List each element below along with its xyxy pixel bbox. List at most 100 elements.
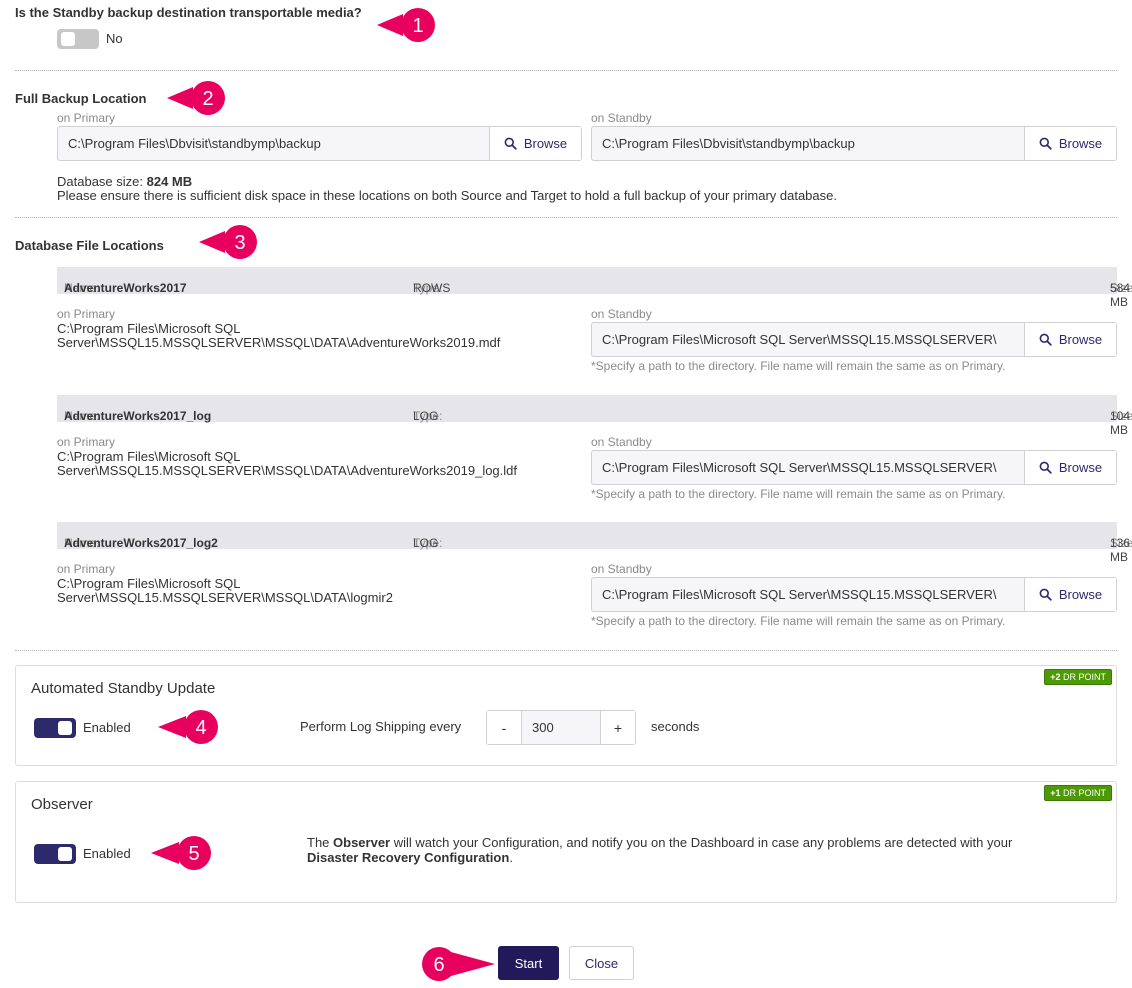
callout-6-icon: 6 bbox=[422, 947, 495, 981]
file-standby-group: Browse bbox=[591, 322, 1117, 357]
divider bbox=[15, 217, 1117, 218]
file-standby-browse-button[interactable]: Browse bbox=[1024, 323, 1116, 356]
file-standby-hint: *Specify a path to the directory. File n… bbox=[591, 614, 1006, 628]
decrement-button[interactable]: - bbox=[487, 711, 521, 744]
svg-text:1: 1 bbox=[412, 15, 423, 37]
db-files-title: Database File Locations bbox=[15, 238, 164, 253]
db-size-line: Database size: 824 MB bbox=[57, 174, 192, 189]
file-standby-browse-button[interactable]: Browse bbox=[1024, 578, 1116, 611]
observer-description: The Observer will watch your Configurati… bbox=[307, 835, 1013, 865]
browse-label: Browse bbox=[1058, 136, 1103, 151]
full-backup-primary-browse-button[interactable]: Browse bbox=[489, 127, 581, 160]
dr-point-badge: +1 DR POINT bbox=[1044, 785, 1112, 801]
file-primary-path-line1: C:\Program Files\Microsoft SQL bbox=[57, 449, 241, 464]
browse-label: Browse bbox=[1058, 332, 1103, 347]
svg-text:2: 2 bbox=[202, 88, 213, 110]
observer-title: Observer bbox=[31, 796, 93, 813]
file-standby-input[interactable] bbox=[592, 451, 1024, 484]
callout-3-icon: 3 bbox=[199, 225, 257, 259]
file-header: Name: AdventureWorks2017_log2 Type: LOG … bbox=[57, 522, 1132, 564]
file-standby-group: Browse bbox=[591, 450, 1117, 485]
file-primary-path-line2: Server\MSSQL15.MSSQLSERVER\MSSQL\DATA\Ad… bbox=[57, 463, 518, 478]
file-standby-input[interactable] bbox=[592, 578, 1024, 611]
observer-toggle[interactable] bbox=[34, 844, 76, 864]
file-primary-path-line2: Server\MSSQL15.MSSQLSERVER\MSSQL\DATA\lo… bbox=[57, 590, 393, 605]
log-shipping-interval-input[interactable] bbox=[521, 711, 601, 744]
file-standby-input[interactable] bbox=[592, 323, 1024, 356]
auto-update-toggle-label: Enabled bbox=[83, 720, 131, 735]
browse-label: Browse bbox=[523, 136, 568, 151]
file-standby-hint: *Specify a path to the directory. File n… bbox=[591, 359, 1006, 373]
file-primary-label: on Primary bbox=[57, 562, 116, 576]
file-name: AdventureWorks2017_log2 bbox=[64, 536, 218, 550]
browse-label: Browse bbox=[1058, 587, 1103, 602]
file-standby-label: on Standby bbox=[591, 435, 652, 449]
file-type: LOG bbox=[413, 536, 439, 550]
file-standby-label: on Standby bbox=[591, 307, 652, 321]
file-name: AdventureWorks2017_log bbox=[64, 409, 212, 423]
file-standby-group: Browse bbox=[591, 577, 1117, 612]
file-size: 136 MB bbox=[1110, 536, 1131, 564]
full-backup-standby-input[interactable] bbox=[592, 127, 1024, 160]
file-primary-path: C:\Program Files\Microsoft SQL Server\MS… bbox=[57, 322, 500, 350]
svg-text:6: 6 bbox=[433, 954, 444, 976]
divider bbox=[15, 650, 1117, 651]
dr-config-bold: Disaster Recovery Configuration bbox=[307, 850, 510, 865]
file-size: 584 MB bbox=[1110, 281, 1131, 309]
full-backup-standby-label: on Standby bbox=[591, 111, 652, 125]
file-standby-hint: *Specify a path to the directory. File n… bbox=[591, 487, 1006, 501]
full-backup-primary-group: Browse bbox=[57, 126, 582, 161]
search-icon bbox=[504, 137, 517, 150]
file-standby-browse-button[interactable]: Browse bbox=[1024, 451, 1116, 484]
file-primary-path-line1: C:\Program Files\Microsoft SQL bbox=[57, 576, 241, 591]
file-primary-path-line1: C:\Program Files\Microsoft SQL bbox=[57, 321, 241, 336]
observer-bold: Observer bbox=[333, 835, 391, 850]
callout-2-icon: 2 bbox=[167, 81, 225, 115]
file-type: LOG bbox=[413, 409, 439, 423]
seconds-unit-label: seconds bbox=[651, 719, 700, 734]
file-primary-label: on Primary bbox=[57, 307, 116, 321]
auto-update-title: Automated Standby Update bbox=[31, 680, 216, 697]
file-name: AdventureWorks2017 bbox=[64, 281, 187, 295]
search-icon bbox=[1039, 461, 1052, 474]
callout-1-icon: 1 bbox=[377, 8, 435, 42]
svg-text:3: 3 bbox=[234, 232, 245, 254]
transportable-toggle[interactable] bbox=[57, 29, 99, 49]
transportable-question: Is the Standby backup destination transp… bbox=[15, 5, 362, 20]
start-button[interactable]: Start bbox=[498, 946, 559, 980]
full-backup-standby-browse-button[interactable]: Browse bbox=[1024, 127, 1116, 160]
file-primary-label: on Primary bbox=[57, 435, 116, 449]
close-button[interactable]: Close bbox=[569, 946, 634, 980]
observer-toggle-label: Enabled bbox=[83, 846, 131, 861]
search-icon bbox=[1039, 137, 1052, 150]
file-header: Name: AdventureWorks2017 Type: ROWS Size… bbox=[57, 267, 1132, 309]
full-backup-primary-label: on Primary bbox=[57, 111, 116, 125]
search-icon bbox=[1039, 588, 1052, 601]
file-size: 104 MB bbox=[1110, 409, 1131, 437]
increment-button[interactable]: + bbox=[601, 711, 635, 744]
search-icon bbox=[1039, 333, 1052, 346]
db-size-label: Database size: bbox=[57, 174, 143, 189]
transportable-state-label: No bbox=[106, 31, 123, 46]
auto-update-toggle[interactable] bbox=[34, 718, 76, 738]
log-shipping-label: Perform Log Shipping every bbox=[300, 719, 462, 734]
file-header: Name: AdventureWorks2017_log Type: LOG S… bbox=[57, 395, 1132, 437]
browse-label: Browse bbox=[1058, 460, 1103, 475]
callout-4-icon: 4 bbox=[158, 710, 218, 744]
db-size-value: 824 MB bbox=[146, 174, 193, 189]
log-shipping-stepper: - + bbox=[486, 710, 636, 745]
svg-text:4: 4 bbox=[195, 717, 206, 739]
file-primary-path: C:\Program Files\Microsoft SQL Server\MS… bbox=[57, 577, 393, 605]
callout-5-icon: 5 bbox=[151, 836, 211, 870]
file-primary-path: C:\Program Files\Microsoft SQL Server\MS… bbox=[57, 450, 517, 478]
full-backup-primary-input[interactable] bbox=[58, 127, 489, 160]
full-backup-title: Full Backup Location bbox=[15, 91, 147, 106]
dr-point-badge: +2 DR POINT bbox=[1044, 669, 1112, 685]
file-type: ROWS bbox=[413, 281, 451, 295]
divider bbox=[15, 70, 1117, 71]
disk-space-note: Please ensure there is sufficient disk s… bbox=[57, 188, 837, 203]
file-primary-path-line2: Server\MSSQL15.MSSQLSERVER\MSSQL\DATA\Ad… bbox=[57, 335, 501, 350]
svg-text:5: 5 bbox=[188, 843, 199, 865]
file-standby-label: on Standby bbox=[591, 562, 652, 576]
full-backup-standby-group: Browse bbox=[591, 126, 1117, 161]
